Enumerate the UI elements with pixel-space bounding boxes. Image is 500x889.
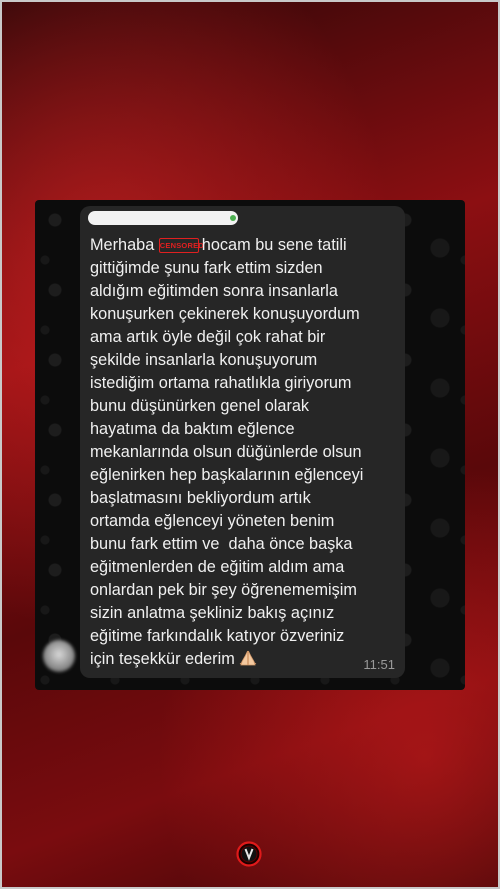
message-line: şekilde insanlarla konuşuyorum — [90, 351, 318, 369]
message-line: bunu fark ettim ve daha önce başka — [90, 535, 353, 553]
message-bubble[interactable]: Merhaba CENSOREDhocam bu sene tatili git… — [80, 206, 405, 678]
message-line: mekanlarında olsun düğünlerde olsun — [90, 443, 362, 461]
message-line: eğitmenlerden de eğitim aldım ama — [90, 558, 345, 576]
message-line: için teşekkür ederim — [90, 648, 397, 671]
message-line: bunu düşünürken genel olarak — [90, 397, 310, 415]
folded-hands-emoji — [240, 650, 257, 666]
message-line: onlardan pek bir şey öğrenememişim — [90, 581, 357, 599]
last-line-text: için teşekkür ederim — [90, 650, 240, 668]
message-line: başlatmasını bekliyordum artık — [90, 489, 311, 507]
message-line: ortamda eğlenceyi yöneten benim — [90, 512, 335, 530]
message-timestamp: 11:51 — [363, 657, 395, 672]
online-dot — [230, 215, 236, 221]
message-line: hayatıma da baktım eğlence — [90, 420, 295, 438]
message-line: sizin anlatma şekliniz bakış açınız — [90, 604, 335, 622]
message-line: Merhaba CENSOREDhocam bu sene tatili — [90, 234, 397, 257]
censored-badge: CENSORED — [158, 238, 204, 253]
avatar — [43, 640, 75, 672]
message-line: aldığım eğitimden sonra insanlarla — [90, 282, 338, 300]
chat-screenshot: Merhaba CENSOREDhocam bu sene tatili git… — [35, 200, 465, 690]
greeting-text: Merhaba — [90, 236, 159, 254]
message-line: istediğim ortama rahatlıkla giriyorum — [90, 374, 352, 392]
watermark-logo-icon — [236, 841, 262, 867]
sender-name-redacted — [88, 211, 238, 225]
line1-rest: hocam bu sene tatili — [201, 236, 347, 254]
message-line: gittiğimde şunu fark ettim sizden — [90, 259, 323, 277]
message-line: eğitime farkındalık katıyor özveriniz — [90, 627, 345, 645]
message-line: eğlenirken hep başkalarının eğlenceyi — [90, 466, 364, 484]
message-line: ama artık öyle değil çok rahat bir — [90, 328, 326, 346]
message-line: konuşurken çekinerek konuşuyordum — [90, 305, 360, 323]
